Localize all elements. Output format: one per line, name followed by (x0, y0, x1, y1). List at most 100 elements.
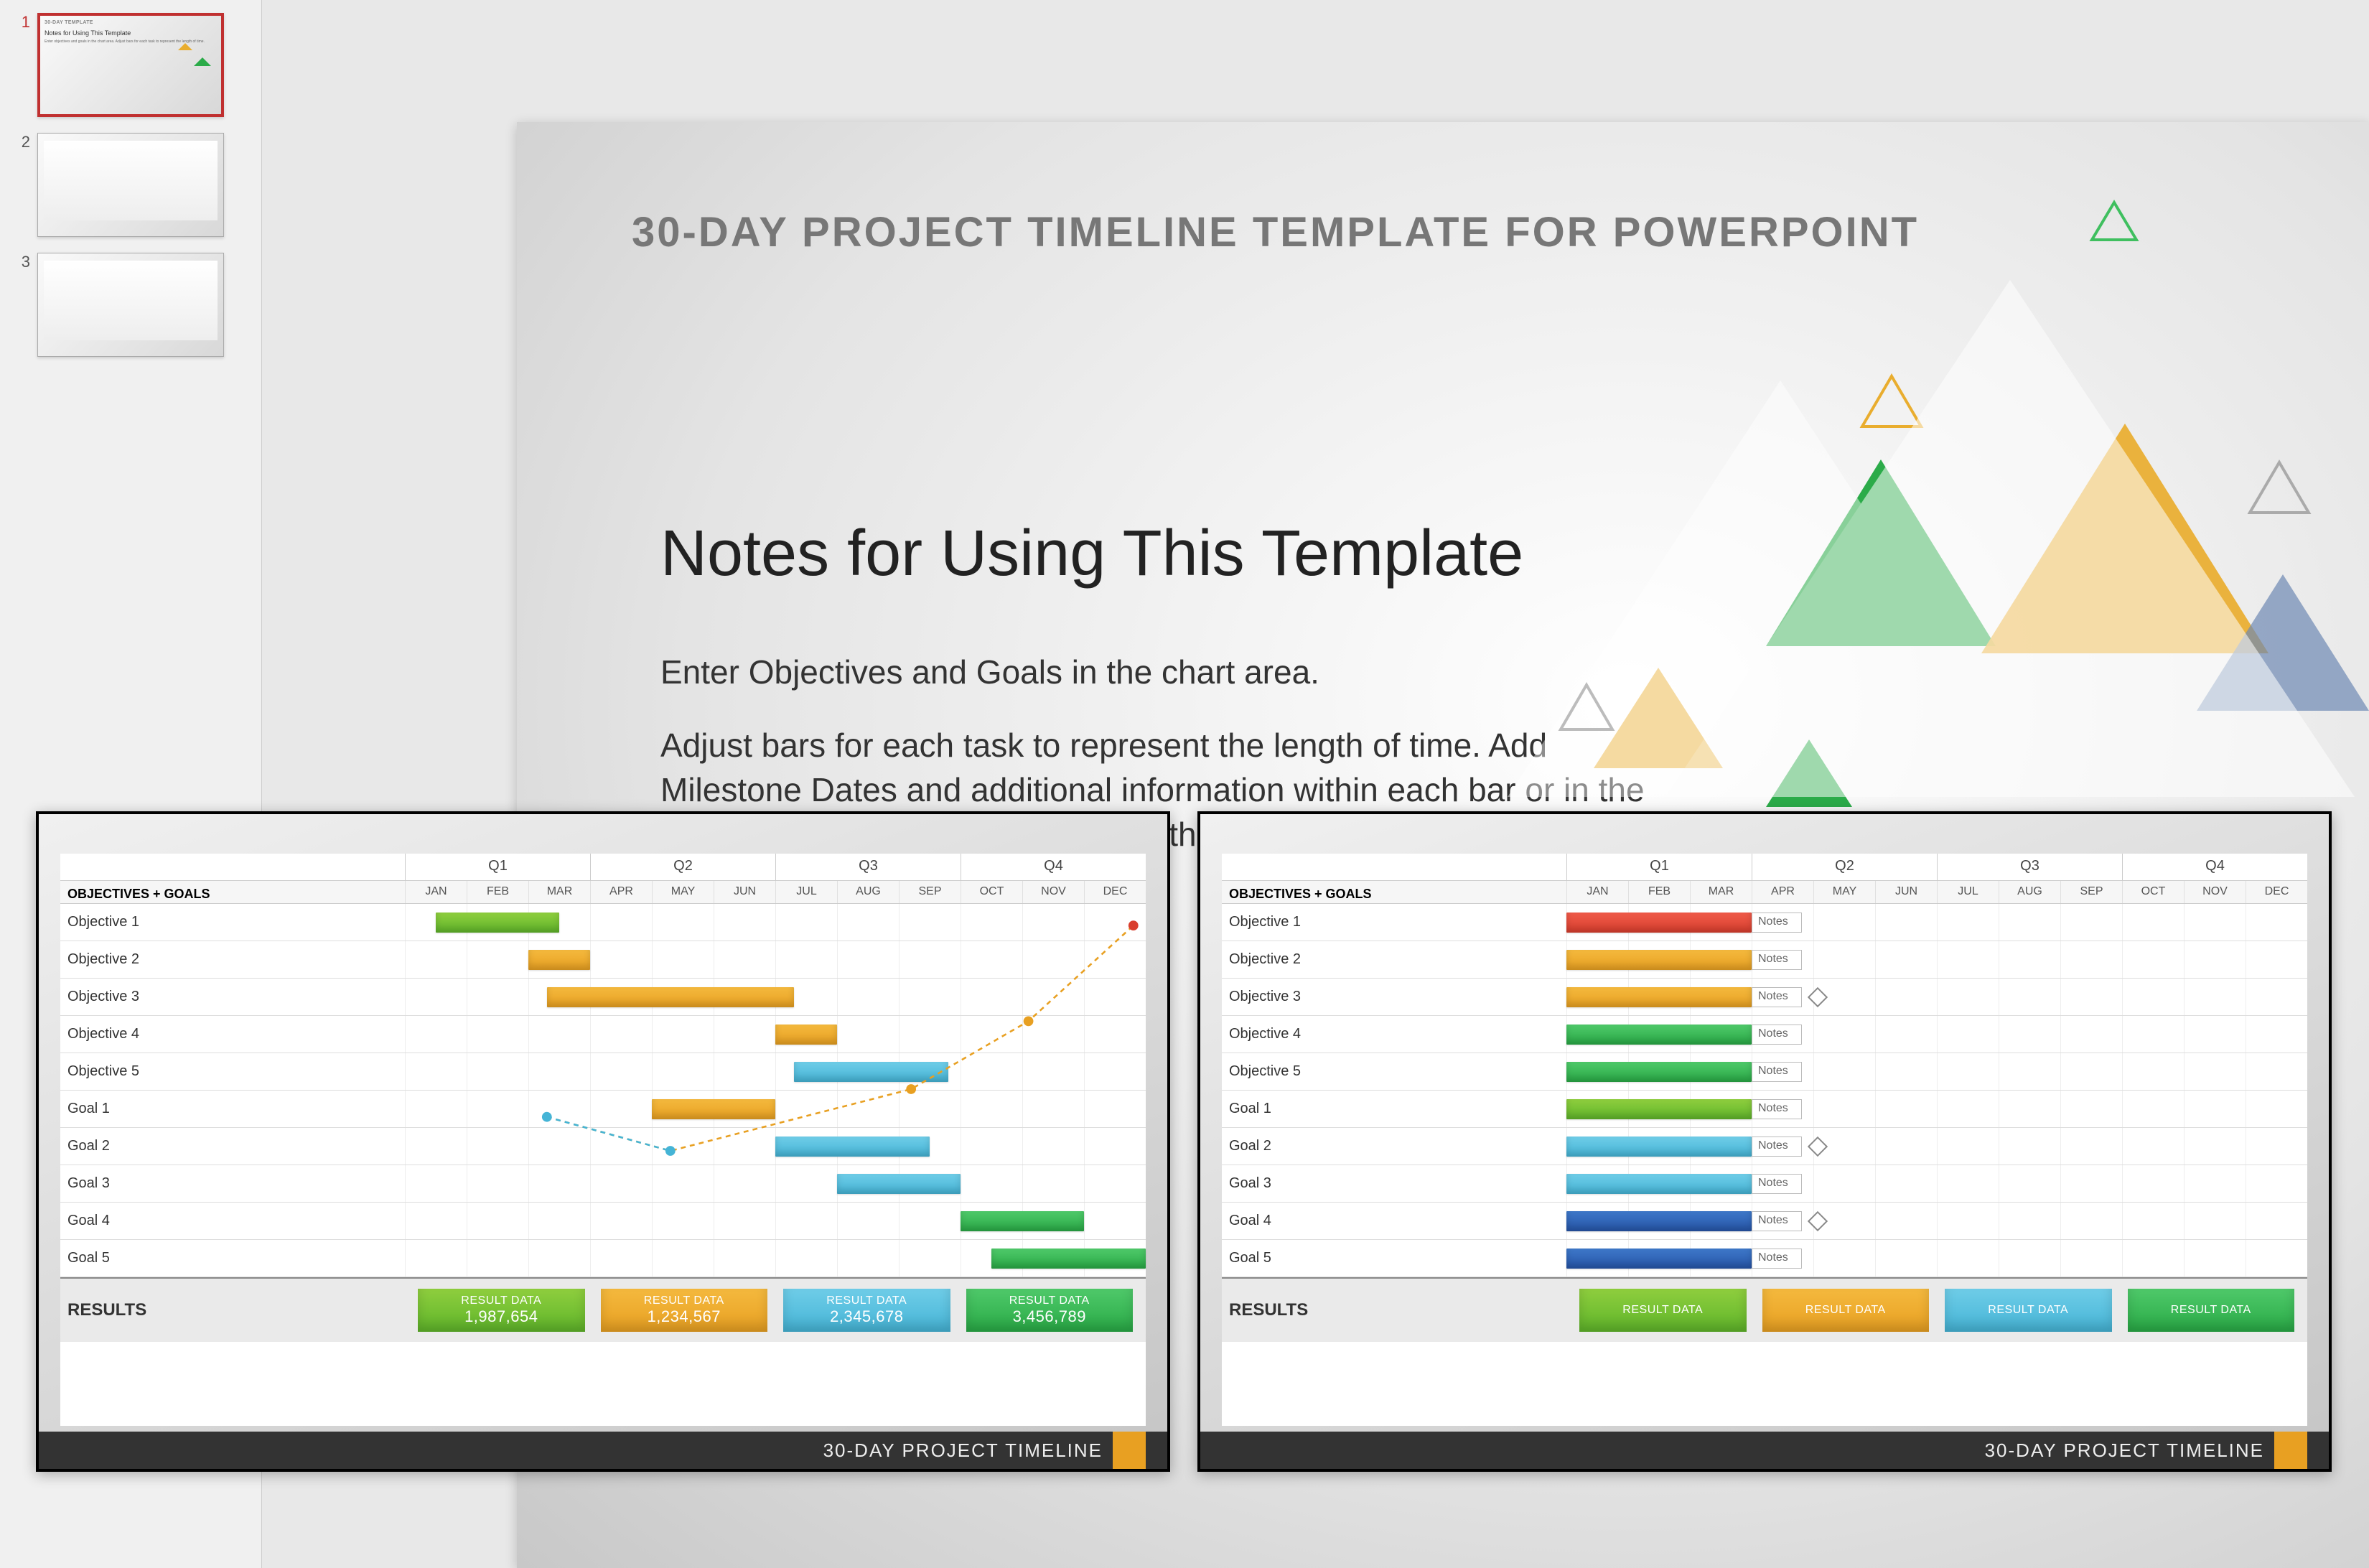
chart-row: Objective 3Notes (1222, 979, 2307, 1016)
quarter-header: Q1 (405, 854, 590, 880)
result-value: 3,456,789 (966, 1307, 1134, 1326)
month-header: OCT (2122, 881, 2184, 903)
gantt-bar[interactable] (652, 1099, 775, 1119)
quarter-header: Q3 (775, 854, 961, 880)
result-button[interactable]: RESULT DATA2,345,678 (783, 1289, 950, 1332)
row-label: Objective 1 (1222, 914, 1566, 930)
result-title: RESULT DATA (2128, 1304, 2295, 1317)
chart-row: Objective 5 (60, 1053, 1146, 1091)
chart-row: Objective 2 (60, 941, 1146, 979)
month-header: NOV (1022, 881, 1084, 903)
gantt-bar[interactable] (1566, 1249, 1752, 1269)
gantt-bar[interactable] (1566, 1137, 1752, 1157)
footer-text: 30-DAY PROJECT TIMELINE (1985, 1439, 2264, 1462)
note-box[interactable]: Notes (1752, 950, 1802, 970)
row-label: Goal 5 (60, 1250, 405, 1266)
quarter-header: Q2 (590, 854, 775, 880)
gantt-bar[interactable] (775, 1025, 837, 1045)
preview-chart-a[interactable]: Q1Q2Q3Q4 OBJECTIVES + GOALS JANFEBMARAPR… (36, 811, 1170, 1472)
note-box[interactable]: Notes (1752, 1137, 1802, 1157)
chart-row: Goal 2 (60, 1128, 1146, 1165)
slide-title: 30-DAY PROJECT TIMELINE TEMPLATE FOR POW… (632, 208, 1919, 256)
month-header: MAY (652, 881, 714, 903)
note-box[interactable]: Notes (1752, 987, 1802, 1007)
triangle-icon (178, 36, 192, 50)
note-box[interactable]: Notes (1752, 1211, 1802, 1231)
slide-thumb-2[interactable] (37, 133, 224, 237)
footer-bar: 30-DAY PROJECT TIMELINE (39, 1432, 1167, 1469)
section-heading: Notes for Using This Template (660, 517, 1523, 591)
note-box[interactable]: Notes (1752, 1249, 1802, 1269)
thumb-number-1: 1 (14, 13, 30, 32)
quarter-header: Q4 (2122, 854, 2307, 880)
result-button[interactable]: RESULT DATA (1945, 1289, 2112, 1332)
result-button[interactable]: RESULT DATA (1762, 1289, 1930, 1332)
month-header: OCT (961, 881, 1022, 903)
gantt-bar[interactable] (1566, 1099, 1752, 1119)
gantt-bar[interactable] (1566, 1211, 1752, 1231)
chart-row: Objective 3 (60, 979, 1146, 1016)
gantt-chart: Q1Q2Q3Q4 OBJECTIVES + GOALS JANFEBMARAPR… (1222, 854, 2307, 1426)
chart-row: Objective 2 Notes (1222, 941, 2307, 979)
chart-row: Objective 1 (60, 904, 1146, 941)
month-header: APR (590, 881, 652, 903)
result-title: RESULT DATA (601, 1294, 768, 1307)
header-objectives: OBJECTIVES + GOALS (60, 881, 405, 903)
gantt-bar[interactable] (794, 1062, 948, 1082)
row-label: Objective 2 (1222, 951, 1566, 968)
footer-accent (2274, 1432, 2307, 1469)
chart-row: Goal 3Notes (1222, 1165, 2307, 1203)
month-header: MAY (1813, 881, 1875, 903)
result-button[interactable]: RESULT DATA1,987,654 (418, 1289, 585, 1332)
gantt-bar[interactable] (547, 987, 794, 1007)
month-header: JAN (1566, 881, 1628, 903)
result-title: RESULT DATA (783, 1294, 950, 1307)
row-label: Goal 3 (60, 1175, 405, 1192)
row-label: Objective 4 (1222, 1026, 1566, 1042)
quarter-header: Q4 (961, 854, 1146, 880)
triangle-icon (194, 49, 211, 66)
gantt-bar[interactable] (1566, 1025, 1752, 1045)
footer-bar: 30-DAY PROJECT TIMELINE (1200, 1432, 2329, 1469)
result-button[interactable]: RESULT DATA1,234,567 (601, 1289, 768, 1332)
month-header: DEC (2246, 881, 2307, 903)
header-objectives: OBJECTIVES + GOALS (1222, 881, 1566, 903)
gantt-bar[interactable] (837, 1174, 961, 1194)
note-box[interactable]: Notes (1752, 1099, 1802, 1119)
gantt-bar[interactable] (991, 1249, 1146, 1269)
month-header: JUL (1937, 881, 1999, 903)
gantt-chart: Q1Q2Q3Q4 OBJECTIVES + GOALS JANFEBMARAPR… (60, 854, 1146, 1426)
month-header: MAR (528, 881, 590, 903)
result-button[interactable]: RESULT DATA (2128, 1289, 2295, 1332)
gantt-bar[interactable] (436, 913, 559, 933)
note-box[interactable]: Notes (1752, 1174, 1802, 1194)
month-header: SEP (2060, 881, 2122, 903)
row-label: Objective 3 (60, 989, 405, 1005)
chart-row: Objective 5Notes (1222, 1053, 2307, 1091)
result-title: RESULT DATA (1579, 1304, 1747, 1317)
gantt-bar[interactable] (1566, 1174, 1752, 1194)
gantt-bar[interactable] (1566, 987, 1752, 1007)
note-box[interactable]: Notes (1752, 913, 1802, 933)
note-box[interactable]: Notes (1752, 1025, 1802, 1045)
row-label: Objective 2 (60, 951, 405, 968)
gantt-bar[interactable] (1566, 1062, 1752, 1082)
gantt-bar[interactable] (528, 950, 590, 970)
slide-thumb-1[interactable]: 30-DAY TEMPLATE Notes for Using This Tem… (37, 13, 224, 117)
result-button[interactable]: RESULT DATA3,456,789 (966, 1289, 1134, 1332)
gantt-bar[interactable] (1566, 913, 1752, 933)
quarter-header: Q3 (1937, 854, 2122, 880)
gantt-bar[interactable] (775, 1137, 930, 1157)
chart-row: Goal 5Notes (1222, 1240, 2307, 1277)
gantt-bar[interactable] (961, 1211, 1084, 1231)
month-header: JUN (714, 881, 775, 903)
month-header: APR (1752, 881, 1813, 903)
preview-chart-b[interactable]: Q1Q2Q3Q4 OBJECTIVES + GOALS JANFEBMARAPR… (1197, 811, 2332, 1472)
result-button[interactable]: RESULT DATA (1579, 1289, 1747, 1332)
gantt-bar[interactable] (1566, 950, 1752, 970)
slide-thumb-3[interactable] (37, 253, 224, 357)
thumb-number-3: 3 (14, 253, 30, 271)
month-header: AUG (837, 881, 899, 903)
month-header: SEP (899, 881, 961, 903)
note-box[interactable]: Notes (1752, 1062, 1802, 1082)
